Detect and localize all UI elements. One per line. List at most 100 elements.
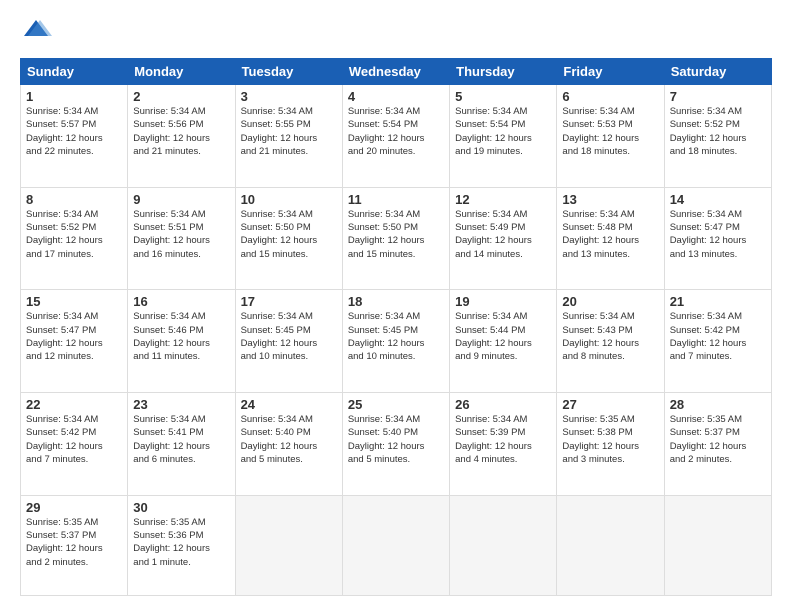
day-cell: 20Sunrise: 5:34 AM Sunset: 5:43 PM Dayli… bbox=[557, 290, 664, 393]
day-cell: 30Sunrise: 5:35 AM Sunset: 5:36 PM Dayli… bbox=[128, 495, 235, 595]
day-info: Sunrise: 5:34 AM Sunset: 5:47 PM Dayligh… bbox=[670, 208, 766, 261]
day-info: Sunrise: 5:35 AM Sunset: 5:38 PM Dayligh… bbox=[562, 413, 658, 466]
day-info: Sunrise: 5:34 AM Sunset: 5:57 PM Dayligh… bbox=[26, 105, 122, 158]
day-cell: 17Sunrise: 5:34 AM Sunset: 5:45 PM Dayli… bbox=[235, 290, 342, 393]
day-number: 17 bbox=[241, 294, 337, 309]
weekday-saturday: Saturday bbox=[664, 59, 771, 85]
day-cell: 9Sunrise: 5:34 AM Sunset: 5:51 PM Daylig… bbox=[128, 187, 235, 290]
weekday-wednesday: Wednesday bbox=[342, 59, 449, 85]
day-cell: 6Sunrise: 5:34 AM Sunset: 5:53 PM Daylig… bbox=[557, 85, 664, 188]
day-info: Sunrise: 5:34 AM Sunset: 5:41 PM Dayligh… bbox=[133, 413, 229, 466]
day-info: Sunrise: 5:34 AM Sunset: 5:42 PM Dayligh… bbox=[26, 413, 122, 466]
day-cell: 15Sunrise: 5:34 AM Sunset: 5:47 PM Dayli… bbox=[21, 290, 128, 393]
day-info: Sunrise: 5:34 AM Sunset: 5:45 PM Dayligh… bbox=[241, 310, 337, 363]
day-number: 12 bbox=[455, 192, 551, 207]
day-info: Sunrise: 5:34 AM Sunset: 5:46 PM Dayligh… bbox=[133, 310, 229, 363]
day-cell: 10Sunrise: 5:34 AM Sunset: 5:50 PM Dayli… bbox=[235, 187, 342, 290]
day-number: 16 bbox=[133, 294, 229, 309]
day-number: 20 bbox=[562, 294, 658, 309]
day-number: 19 bbox=[455, 294, 551, 309]
day-info: Sunrise: 5:34 AM Sunset: 5:44 PM Dayligh… bbox=[455, 310, 551, 363]
day-cell: 4Sunrise: 5:34 AM Sunset: 5:54 PM Daylig… bbox=[342, 85, 449, 188]
day-info: Sunrise: 5:34 AM Sunset: 5:52 PM Dayligh… bbox=[26, 208, 122, 261]
day-info: Sunrise: 5:34 AM Sunset: 5:55 PM Dayligh… bbox=[241, 105, 337, 158]
week-row-1: 1Sunrise: 5:34 AM Sunset: 5:57 PM Daylig… bbox=[21, 85, 772, 188]
day-cell: 8Sunrise: 5:34 AM Sunset: 5:52 PM Daylig… bbox=[21, 187, 128, 290]
day-number: 5 bbox=[455, 89, 551, 104]
day-cell bbox=[342, 495, 449, 595]
day-number: 18 bbox=[348, 294, 444, 309]
day-info: Sunrise: 5:34 AM Sunset: 5:50 PM Dayligh… bbox=[348, 208, 444, 261]
day-cell: 12Sunrise: 5:34 AM Sunset: 5:49 PM Dayli… bbox=[450, 187, 557, 290]
day-cell: 27Sunrise: 5:35 AM Sunset: 5:38 PM Dayli… bbox=[557, 392, 664, 495]
day-cell bbox=[235, 495, 342, 595]
day-number: 21 bbox=[670, 294, 766, 309]
weekday-thursday: Thursday bbox=[450, 59, 557, 85]
page: SundayMondayTuesdayWednesdayThursdayFrid… bbox=[0, 0, 792, 612]
day-cell: 28Sunrise: 5:35 AM Sunset: 5:37 PM Dayli… bbox=[664, 392, 771, 495]
day-number: 23 bbox=[133, 397, 229, 412]
day-cell: 2Sunrise: 5:34 AM Sunset: 5:56 PM Daylig… bbox=[128, 85, 235, 188]
weekday-sunday: Sunday bbox=[21, 59, 128, 85]
day-number: 4 bbox=[348, 89, 444, 104]
day-cell: 14Sunrise: 5:34 AM Sunset: 5:47 PM Dayli… bbox=[664, 187, 771, 290]
day-info: Sunrise: 5:35 AM Sunset: 5:37 PM Dayligh… bbox=[670, 413, 766, 466]
day-info: Sunrise: 5:34 AM Sunset: 5:53 PM Dayligh… bbox=[562, 105, 658, 158]
day-number: 9 bbox=[133, 192, 229, 207]
day-cell: 29Sunrise: 5:35 AM Sunset: 5:37 PM Dayli… bbox=[21, 495, 128, 595]
day-cell: 7Sunrise: 5:34 AM Sunset: 5:52 PM Daylig… bbox=[664, 85, 771, 188]
weekday-tuesday: Tuesday bbox=[235, 59, 342, 85]
day-number: 8 bbox=[26, 192, 122, 207]
day-info: Sunrise: 5:35 AM Sunset: 5:36 PM Dayligh… bbox=[133, 516, 229, 569]
day-number: 14 bbox=[670, 192, 766, 207]
day-cell: 3Sunrise: 5:34 AM Sunset: 5:55 PM Daylig… bbox=[235, 85, 342, 188]
day-number: 7 bbox=[670, 89, 766, 104]
day-info: Sunrise: 5:34 AM Sunset: 5:40 PM Dayligh… bbox=[241, 413, 337, 466]
day-info: Sunrise: 5:34 AM Sunset: 5:52 PM Dayligh… bbox=[670, 105, 766, 158]
day-info: Sunrise: 5:34 AM Sunset: 5:54 PM Dayligh… bbox=[348, 105, 444, 158]
day-number: 22 bbox=[26, 397, 122, 412]
day-info: Sunrise: 5:34 AM Sunset: 5:48 PM Dayligh… bbox=[562, 208, 658, 261]
day-info: Sunrise: 5:34 AM Sunset: 5:47 PM Dayligh… bbox=[26, 310, 122, 363]
week-row-3: 15Sunrise: 5:34 AM Sunset: 5:47 PM Dayli… bbox=[21, 290, 772, 393]
day-number: 1 bbox=[26, 89, 122, 104]
day-cell: 24Sunrise: 5:34 AM Sunset: 5:40 PM Dayli… bbox=[235, 392, 342, 495]
logo bbox=[20, 16, 56, 48]
day-number: 2 bbox=[133, 89, 229, 104]
logo-icon bbox=[20, 16, 52, 48]
day-cell: 26Sunrise: 5:34 AM Sunset: 5:39 PM Dayli… bbox=[450, 392, 557, 495]
day-number: 26 bbox=[455, 397, 551, 412]
day-cell: 16Sunrise: 5:34 AM Sunset: 5:46 PM Dayli… bbox=[128, 290, 235, 393]
day-number: 30 bbox=[133, 500, 229, 515]
day-cell: 1Sunrise: 5:34 AM Sunset: 5:57 PM Daylig… bbox=[21, 85, 128, 188]
day-info: Sunrise: 5:35 AM Sunset: 5:37 PM Dayligh… bbox=[26, 516, 122, 569]
day-info: Sunrise: 5:34 AM Sunset: 5:40 PM Dayligh… bbox=[348, 413, 444, 466]
weekday-monday: Monday bbox=[128, 59, 235, 85]
day-info: Sunrise: 5:34 AM Sunset: 5:50 PM Dayligh… bbox=[241, 208, 337, 261]
weekday-header-row: SundayMondayTuesdayWednesdayThursdayFrid… bbox=[21, 59, 772, 85]
day-cell: 5Sunrise: 5:34 AM Sunset: 5:54 PM Daylig… bbox=[450, 85, 557, 188]
day-info: Sunrise: 5:34 AM Sunset: 5:45 PM Dayligh… bbox=[348, 310, 444, 363]
day-info: Sunrise: 5:34 AM Sunset: 5:49 PM Dayligh… bbox=[455, 208, 551, 261]
day-info: Sunrise: 5:34 AM Sunset: 5:42 PM Dayligh… bbox=[670, 310, 766, 363]
day-cell: 21Sunrise: 5:34 AM Sunset: 5:42 PM Dayli… bbox=[664, 290, 771, 393]
day-number: 27 bbox=[562, 397, 658, 412]
day-cell: 19Sunrise: 5:34 AM Sunset: 5:44 PM Dayli… bbox=[450, 290, 557, 393]
week-row-5: 29Sunrise: 5:35 AM Sunset: 5:37 PM Dayli… bbox=[21, 495, 772, 595]
day-number: 25 bbox=[348, 397, 444, 412]
day-number: 13 bbox=[562, 192, 658, 207]
day-info: Sunrise: 5:34 AM Sunset: 5:39 PM Dayligh… bbox=[455, 413, 551, 466]
weekday-friday: Friday bbox=[557, 59, 664, 85]
day-cell bbox=[450, 495, 557, 595]
header bbox=[20, 16, 772, 48]
day-cell bbox=[557, 495, 664, 595]
day-number: 28 bbox=[670, 397, 766, 412]
day-info: Sunrise: 5:34 AM Sunset: 5:43 PM Dayligh… bbox=[562, 310, 658, 363]
day-info: Sunrise: 5:34 AM Sunset: 5:51 PM Dayligh… bbox=[133, 208, 229, 261]
day-cell bbox=[664, 495, 771, 595]
day-cell: 23Sunrise: 5:34 AM Sunset: 5:41 PM Dayli… bbox=[128, 392, 235, 495]
week-row-4: 22Sunrise: 5:34 AM Sunset: 5:42 PM Dayli… bbox=[21, 392, 772, 495]
day-cell: 25Sunrise: 5:34 AM Sunset: 5:40 PM Dayli… bbox=[342, 392, 449, 495]
day-number: 29 bbox=[26, 500, 122, 515]
day-info: Sunrise: 5:34 AM Sunset: 5:54 PM Dayligh… bbox=[455, 105, 551, 158]
